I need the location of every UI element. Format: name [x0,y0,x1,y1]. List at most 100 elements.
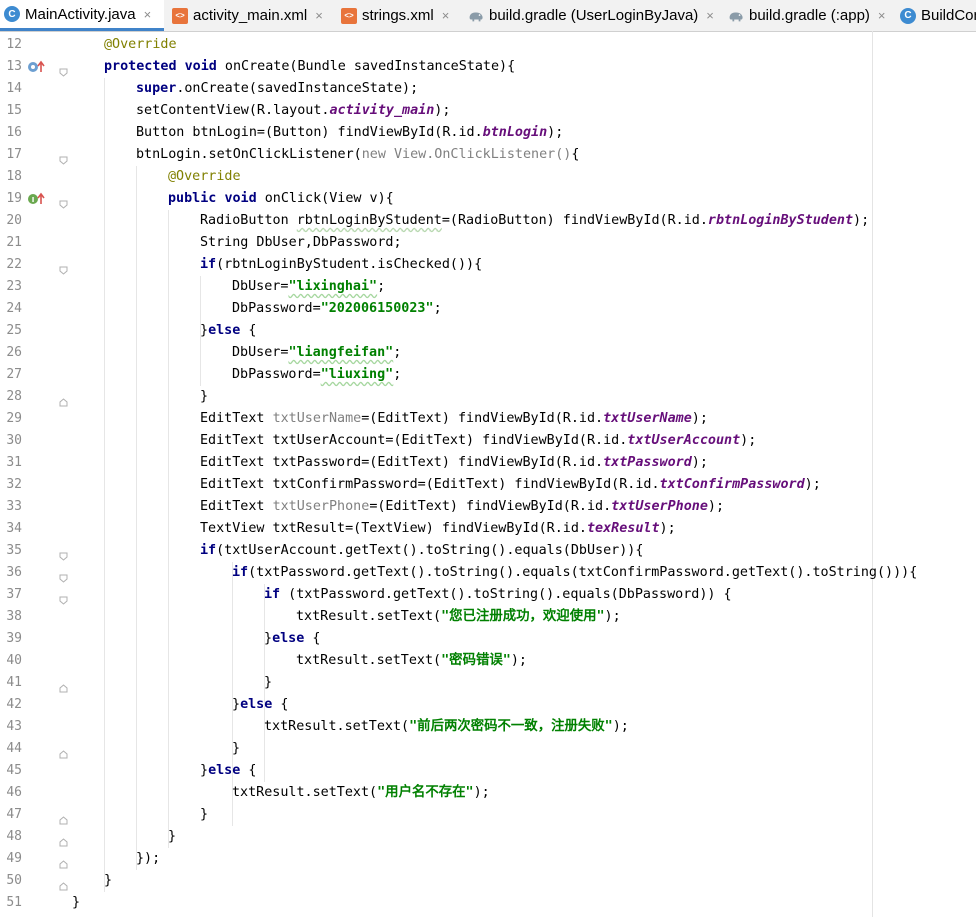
line-number: 19 [6,191,22,206]
code-line-24: DbPassword="202006150023"; [232,301,442,316]
code-line-49: }); [136,851,161,866]
code-line-32: EditText txtConfirmPassword=(EditText) f… [200,477,821,492]
implement-method-icon[interactable]: I [27,191,47,205]
code-line-21: String DbUser,DbPassword; [200,235,402,250]
line-number: 16 [6,125,22,140]
editor-gutter: 12 13 14 15 16 17 18 19 20 21 22 23 24 25 26 27 28 29 30 31… [0,34,72,917]
code-line-31: EditText txtPassword=(EditText) findView… [200,455,708,470]
tab-label: MainActivity.java [25,5,136,23]
line-number: 26 [6,345,22,360]
line-number: 45 [6,763,22,778]
fold-icon[interactable] [59,876,68,891]
code-line-48: } [168,829,177,844]
code-line-22: if(rbtnLoginByStudent.isChecked()){ [200,257,483,272]
code-line-46: txtResult.setText("用户名不存在"); [232,785,490,800]
fold-icon[interactable] [59,678,68,693]
line-number: 18 [6,169,22,184]
line-number: 40 [6,653,22,668]
tab-label: build.gradle (:app) [749,7,870,24]
line-number: 21 [6,235,22,250]
tab-label: BuildCon [921,7,976,24]
line-number: 37 [6,587,22,602]
code-line-42: }else { [232,697,289,712]
fold-icon[interactable] [59,590,68,605]
fold-icon[interactable] [59,568,68,583]
tab-label: activity_main.xml [193,7,308,24]
line-number: 32 [6,477,22,492]
gradle-elephant-icon [468,8,484,24]
close-icon[interactable]: × [315,0,323,31]
override-method-icon[interactable] [27,59,47,73]
line-number: 22 [6,257,22,272]
fold-icon[interactable] [59,546,68,561]
code-line-18: @Override [168,169,241,184]
code-line-51: } [72,895,81,910]
tab-label: build.gradle (UserLoginByJava) [489,7,699,24]
line-number: 48 [6,829,22,844]
indent-guide [168,210,169,848]
xml-file-icon: <> [172,7,188,24]
close-icon[interactable]: × [442,0,450,31]
code-line-40: txtResult.setText("密码错误"); [296,653,527,668]
fold-icon[interactable] [59,194,68,209]
line-number: 14 [6,81,22,96]
fold-icon[interactable] [59,810,68,825]
fold-icon[interactable] [59,392,68,407]
line-number: 42 [6,697,22,712]
tab-mainactivity-java[interactable]: C MainActivity.java × [0,0,164,31]
line-number: 24 [6,301,22,316]
editor-tab-bar: C MainActivity.java × <> activity_main.x… [0,0,976,32]
code-line-14: super.onCreate(savedInstanceState); [136,81,419,96]
line-number: 47 [6,807,22,822]
line-number: 15 [6,103,22,118]
line-number: 39 [6,631,22,646]
line-number: 29 [6,411,22,426]
fold-icon[interactable] [59,150,68,165]
line-number: 44 [6,741,22,756]
code-line-12: @Override [104,37,177,52]
code-editor[interactable]: @Override protected void onCreate(Bundle… [72,34,917,917]
code-line-36: if(txtPassword.getText().toString().equa… [232,565,918,580]
code-line-23: DbUser="lixinghai"; [232,279,386,294]
gradle-elephant-icon [728,8,744,24]
fold-icon[interactable] [59,854,68,869]
code-line-45: }else { [200,763,257,778]
tab-activity-main-xml[interactable]: <> activity_main.xml × [168,0,334,31]
close-icon[interactable]: × [878,0,886,31]
line-number: 17 [6,147,22,162]
close-icon[interactable]: × [706,0,714,31]
code-line-15: setContentView(R.layout.activity_main); [136,103,451,118]
tab-build-gradle-app[interactable]: build.gradle (:app) × [724,0,896,31]
fold-icon[interactable] [59,744,68,759]
line-number: 34 [6,521,22,536]
close-icon[interactable]: × [144,0,152,30]
xml-file-icon: <> [341,7,357,24]
indent-guide [136,166,137,870]
line-number: 23 [6,279,22,294]
fold-icon[interactable] [59,260,68,275]
line-number: 38 [6,609,22,624]
line-number: 30 [6,433,22,448]
line-number: 46 [6,785,22,800]
line-number: 49 [6,851,22,866]
line-number: 13 [6,59,22,74]
svg-text:I: I [32,196,35,204]
line-number: 31 [6,455,22,470]
code-line-30: EditText txtUserAccount=(EditText) findV… [200,433,757,448]
tab-buildconfig[interactable]: C BuildCon [896,0,976,31]
code-line-17: btnLogin.setOnClickListener(new View.OnC… [136,147,580,162]
code-line-43: txtResult.setText("前后两次密码不一致，注册失败"); [264,719,629,734]
code-line-37: if (txtPassword.getText().toString().equ… [264,587,732,602]
line-number: 35 [6,543,22,558]
code-line-28: } [200,389,209,404]
java-class-icon: C [4,6,20,22]
fold-icon[interactable] [59,832,68,847]
code-line-26: DbUser="liangfeifan"; [232,345,402,360]
code-line-16: Button btnLogin=(Button) findViewById(R.… [136,125,564,140]
line-number: 27 [6,367,22,382]
tab-strings-xml[interactable]: <> strings.xml × [337,0,461,31]
fold-icon[interactable] [59,62,68,77]
tab-build-gradle-project[interactable]: build.gradle (UserLoginByJava) × [464,0,722,31]
code-line-47: } [200,807,209,822]
code-line-38: txtResult.setText("您已注册成功，欢迎使用"); [296,609,621,624]
